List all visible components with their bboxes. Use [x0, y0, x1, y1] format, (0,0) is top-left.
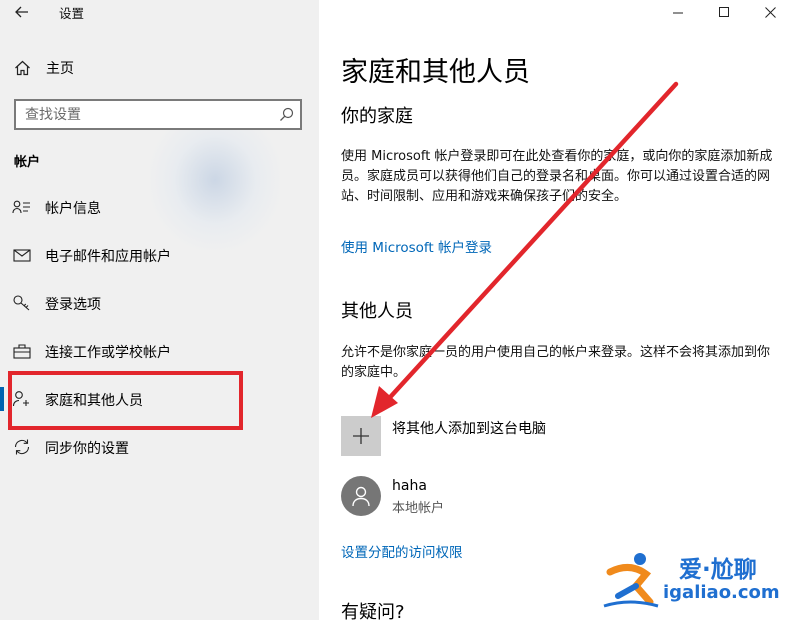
- section-label: 帐户: [14, 155, 41, 170]
- search-input[interactable]: [25, 105, 265, 124]
- close-icon: [764, 6, 776, 18]
- add-tile: [341, 416, 381, 456]
- back-arrow-icon: [15, 6, 28, 18]
- assigned-access-link[interactable]: 设置分配的访问权限: [341, 541, 463, 561]
- briefcase-icon: [13, 344, 31, 359]
- sidebar-item-email[interactable]: 电子邮件和应用帐户: [0, 238, 312, 272]
- sidebar-item-work-school[interactable]: 连接工作或学校帐户: [0, 334, 312, 368]
- watermark-url: igaliao.com: [663, 582, 780, 603]
- family-description: 使用 Microsoft 帐户登录即可在此处查看你的家庭，或向你的家庭添加新成员…: [341, 149, 773, 204]
- user-account-type: 本地帐户: [392, 501, 445, 516]
- sidebar: 设置 主页 帐户 帐户信息 电子邮件和应用帐户: [0, 0, 319, 620]
- home-icon: [15, 60, 30, 76]
- sidebar-item-label: 登录选项: [45, 297, 101, 313]
- sidebar-item-label: 帐户信息: [45, 201, 101, 217]
- sync-icon: [14, 439, 30, 455]
- maximize-icon: [718, 6, 729, 17]
- runner-logo-icon: [603, 553, 659, 608]
- search-box[interactable]: [14, 99, 302, 130]
- user-name: haha: [392, 478, 427, 494]
- person-card-icon: [12, 200, 30, 214]
- annotation-highlight-box: [8, 371, 243, 430]
- close-button[interactable]: [747, 0, 793, 24]
- sidebar-item-account-info[interactable]: 帐户信息: [0, 190, 312, 224]
- sidebar-item-sign-in-options[interactable]: 登录选项: [0, 286, 312, 320]
- window-controls: [655, 0, 793, 24]
- key-icon: [13, 295, 30, 311]
- acrylic-glow: [150, 110, 280, 250]
- user-icon: [352, 486, 370, 507]
- question-heading: 有疑问?: [341, 602, 405, 620]
- mail-icon: [13, 249, 31, 262]
- sidebar-item-label: 连接工作或学校帐户: [45, 345, 171, 361]
- watermark-logo: 爱·尬聊 igaliao.com: [600, 548, 790, 614]
- minimize-button[interactable]: [655, 0, 701, 24]
- microsoft-sign-in-link[interactable]: 使用 Microsoft 帐户登录: [341, 236, 492, 256]
- family-heading: 你的家庭: [341, 106, 413, 127]
- sidebar-item-label: 同步你的设置: [45, 441, 129, 457]
- add-other-person-label: 将其他人添加到这台电脑: [392, 421, 546, 437]
- others-description: 允许不是你家庭一员的用户使用自己的帐户来登录。这样不会将其添加到你的家庭中。: [341, 345, 771, 380]
- sidebar-item-home[interactable]: 主页: [14, 56, 314, 80]
- avatar: [341, 476, 381, 516]
- main-content: 家庭和其他人员 你的家庭 使用 Microsoft 帐户登录即可在此处查看你的家…: [319, 0, 793, 620]
- watermark-text: 爱·尬聊: [679, 557, 757, 583]
- home-label: 主页: [46, 61, 74, 77]
- plus-icon: [353, 428, 369, 444]
- sidebar-item-sync[interactable]: 同步你的设置: [0, 430, 312, 464]
- page-title: 家庭和其他人员: [341, 57, 530, 88]
- maximize-button[interactable]: [701, 0, 747, 24]
- app-title: 设置: [59, 6, 85, 21]
- sidebar-item-label: 电子邮件和应用帐户: [45, 249, 171, 265]
- others-heading: 其他人员: [341, 301, 413, 322]
- add-other-person-button[interactable]: 将其他人添加到这台电脑: [341, 416, 546, 456]
- search-icon: [280, 107, 294, 121]
- back-button[interactable]: [8, 0, 36, 24]
- active-indicator: [0, 387, 4, 411]
- minimize-icon: [672, 12, 683, 13]
